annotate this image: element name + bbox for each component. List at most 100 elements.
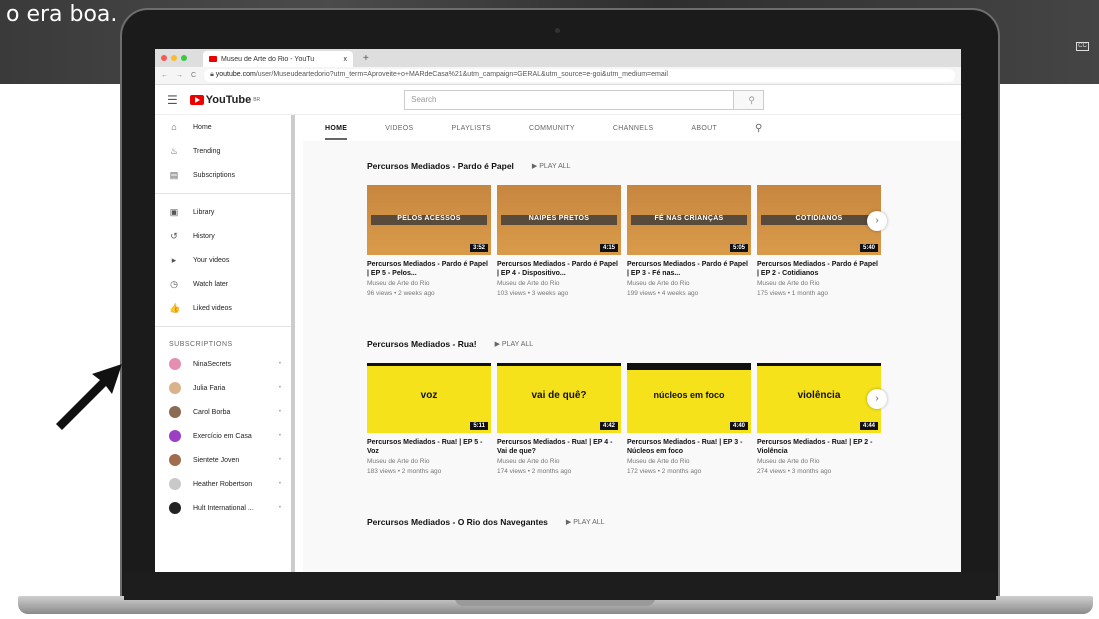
chevron-right-icon: › [875,215,879,226]
tab-about[interactable]: ABOUT [691,125,717,132]
tab-videos[interactable]: VIDEOS [385,125,413,132]
url-field[interactable]: 🔒︎ youtube.com/user/Museudeartedorio?utm… [204,69,955,82]
browser-tab[interactable]: Museu de Arte do Rio - YouTu x [203,51,353,67]
search-button[interactable]: ⚲ [733,90,764,109]
video-card[interactable]: FÉ NAS CRIANÇAS 5:05 Percursos Mediados - … [627,185,751,298]
subscription-ninasecrets[interactable]: NinaSecrets • [155,352,291,376]
video-thumbnail[interactable]: NAIPES PRETOS 4:15 [497,185,621,255]
subscription-name: Exercício em Casa [193,432,252,440]
play-all-label: PLAY ALL [501,341,534,348]
video-thumbnail[interactable]: vai de quê? 4:42 [497,363,621,433]
sidebar-item-subscriptions[interactable]: ▤ Subscriptions [155,163,291,187]
tab-home[interactable]: HOME [325,125,348,140]
video-meta: 175 views • 1 month ago [757,290,828,297]
video-meta: 199 views • 4 weeks ago [627,290,699,297]
video-channel[interactable]: Museu de Arte do Rio [627,280,751,288]
next-arrow-button[interactable]: › [867,211,887,231]
reload-icon[interactable]: C [191,72,196,79]
sidebar-library: ▣ Library ↺ History ▸ Your videos ◷ Watch later… [155,200,291,320]
video-duration: 4:15 [599,244,618,252]
video-meta: 274 views • 3 months ago [757,468,832,475]
video-title[interactable]: Percursos Mediados - Pardo é Papel | EP … [497,261,621,278]
sidebar-item-home[interactable]: ⌂ Home [155,115,291,139]
thumbnail-text: NAIPES PRETOS [528,215,590,222]
shelf-title[interactable]: Percursos Mediados - Rua! [367,339,477,349]
video-thumbnail[interactable]: FÉ NAS CRIANÇAS 5:05 [627,185,751,255]
search-input[interactable]: Search [405,95,733,104]
tab-playlists[interactable]: PLAYLISTS [451,125,491,132]
subscription-sientete-joven[interactable]: Sientete Joven • [155,448,291,472]
video-title[interactable]: Percursos Mediados - Rua! | EP 3 - Núcle… [627,439,751,456]
subscription-carol-borba[interactable]: Carol Borba • [155,400,291,424]
sidebar-item-library[interactable]: ▣ Library [155,200,291,224]
video-title[interactable]: Percursos Mediados - Rua! | EP 5 - Voz [367,439,491,456]
sidebar-primary: ⌂ Home ♨ Trending ▤ Subscriptions [155,115,291,187]
minimize-window-icon[interactable] [171,55,177,61]
video-thumbnail[interactable]: núcleos em foco 4:40 [627,363,751,433]
video-channel[interactable]: Museu de Arte do Rio [627,458,751,466]
next-arrow-button[interactable]: › [867,389,887,409]
subscription-exerc-cio-em-casa[interactable]: Exercício em Casa • [155,424,291,448]
video-title[interactable]: Percursos Mediados - Rua! | EP 2 - Violê… [757,439,881,456]
sidebar-item-watch-later[interactable]: ◷ Watch later [155,272,291,296]
tab-title: Museu de Arte do Rio - YouTu [221,55,315,63]
thumbnail-text: vai de quê? [531,390,587,401]
sidebar-item-trending[interactable]: ♨ Trending [155,139,291,163]
close-window-icon[interactable] [161,55,167,61]
video-card[interactable]: vai de quê? 4:42 Percursos Mediados - Rua!… [497,363,621,476]
video-card[interactable]: núcleos em foco 4:40 Percursos Mediados - … [627,363,751,476]
search-box[interactable]: Search ⚲ [404,89,765,110]
play-all-button[interactable]: ▶ PLAY ALL [566,518,605,526]
video-card[interactable]: NAIPES PRETOS 4:15 Percursos Mediados - Pa… [497,185,621,298]
channel-main: HOME VIDEOS PLAYLISTS COMMUNITY CHANNELS ABOU… [303,115,961,572]
youtube-favicon-icon [209,56,217,62]
laptop-screen: Museu de Arte do Rio - YouTu x + ← → C 🔒… [155,49,961,572]
subscription-heather-robertson[interactable]: Heather Robertson • [155,472,291,496]
video-thumbnail[interactable]: violência 4:44 [757,363,881,433]
closed-captions-icon[interactable]: CC [1076,42,1089,51]
search-icon: ⚲ [748,94,755,105]
video-thumbnail[interactable]: PELOS ACESSOS 3:52 [367,185,491,255]
live-dot-icon: • [278,433,281,439]
video-title[interactable]: Percursos Mediados - Rua! | EP 4 - Vai d… [497,439,621,456]
forward-icon[interactable]: → [176,72,183,79]
video-title[interactable]: Percursos Mediados - Pardo é Papel | EP … [757,261,881,278]
video-card[interactable]: PELOS ACESSOS 3:52 Percursos Mediados - Pa… [367,185,491,298]
back-icon[interactable]: ← [161,72,168,79]
video-card[interactable]: voz 5:11 Percursos Mediados - Rua! | EP 5 … [367,363,491,476]
shelf-title[interactable]: Percursos Mediados - O Rio dos Navegante… [367,517,548,527]
play-all-button[interactable]: ▶ PLAY ALL [495,340,534,348]
video-channel[interactable]: Museu de Arte do Rio [497,280,621,288]
subscription-name: Hult International ... [193,504,254,512]
maximize-window-icon[interactable] [181,55,187,61]
sidebar-item-your-videos[interactable]: ▸ Your videos [155,248,291,272]
video-title[interactable]: Percursos Mediados - Pardo é Papel | EP … [367,261,491,278]
video-row: PELOS ACESSOS 3:52 Percursos Mediados - Pa… [367,185,881,298]
tab-close-icon[interactable]: x [344,56,348,63]
youtube-logo[interactable]: YouTube BR [189,94,261,106]
video-channel[interactable]: Museu de Arte do Rio [367,280,491,288]
menu-icon[interactable]: ☰ [167,93,178,107]
video-thumbnail[interactable]: COTIDIANOS 5:40 [757,185,881,255]
video-card[interactable]: COTIDIANOS 5:40 Percursos Mediados - Pardo… [757,185,881,298]
video-channel[interactable]: Museu de Arte do Rio [367,458,491,466]
subscription-julia-faria[interactable]: Julia Faria • [155,376,291,400]
sidebar-item-liked-videos[interactable]: 👍 Liked videos [155,296,291,320]
shelf-title[interactable]: Percursos Mediados - Pardo é Papel [367,161,514,171]
tab-channels[interactable]: CHANNELS [613,125,654,132]
region-code: BR [253,96,261,103]
laptop-chin [124,572,996,600]
video-thumbnail[interactable]: voz 5:11 [367,363,491,433]
sidebar-item-history[interactable]: ↺ History [155,224,291,248]
subscription-hult-international[interactable]: Hult International ... • [155,496,291,520]
video-channel[interactable]: Museu de Arte do Rio [497,458,621,466]
thumbnail-text: voz [420,390,438,401]
video-channel[interactable]: Museu de Arte do Rio [757,458,881,466]
play-all-button[interactable]: ▶ PLAY ALL [532,162,571,170]
video-title[interactable]: Percursos Mediados - Pardo é Papel | EP … [627,261,751,278]
new-tab-button[interactable]: + [363,53,369,64]
video-card[interactable]: violência 4:44 Percursos Mediados - Rua! |… [757,363,881,476]
video-channel[interactable]: Museu de Arte do Rio [757,280,881,288]
tab-community[interactable]: COMMUNITY [529,125,575,132]
channel-search-icon[interactable]: ⚲ [755,123,763,134]
